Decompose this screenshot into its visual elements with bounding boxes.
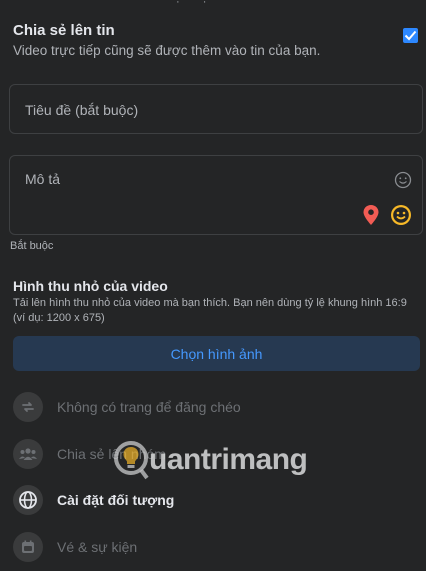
option-share-to-group-label: Chia sẻ lên nhóm [57,446,166,462]
choose-image-button[interactable]: Chọn hình ảnh [13,336,420,371]
dots-decoration: · · [176,0,217,8]
top-edge: · · [0,0,426,10]
thumbnail-description: Tải lên hình thu nhỏ của video mà bạn th… [13,297,407,324]
location-pin-icon[interactable] [362,204,380,226]
ticket-icon [13,532,43,562]
option-crosspost-label: Không có trang để đăng chéo [57,399,241,415]
crosspost-icon [13,392,43,422]
share-to-story-subtitle: Video trực tiếp cũng sẽ được thêm vào ti… [13,43,321,58]
option-crosspost[interactable]: Không có trang để đăng chéo [13,391,241,423]
group-icon [13,439,43,469]
option-share-to-group[interactable]: Chia sẻ lên nhóm [13,438,166,470]
option-audience-settings-label: Cài đặt đối tượng [57,492,175,508]
description-field[interactable]: Mô tả [9,155,423,235]
required-note: Bắt buộc [10,240,54,252]
option-tickets-events-label: Vé & sự kiện [57,539,138,555]
share-to-story-title: Chia sẻ lên tin [13,22,115,39]
title-field[interactable]: Tiêu đề (bắt buộc) [9,84,423,134]
share-to-story-checkbox[interactable] [403,28,418,43]
feeling-emoji-icon[interactable] [390,204,412,226]
watermark-text: uantrimang [149,443,308,476]
thumbnail-title: Hình thu nhỏ của video [13,278,168,294]
checkmark-icon [404,30,417,41]
description-placeholder: Mô tả [25,171,61,187]
option-audience-settings[interactable]: Cài đặt đối tượng [13,484,174,516]
share-to-story-row[interactable]: Chia sẻ lên tin Video trực tiếp cũng sẽ … [13,22,418,58]
globe-icon [13,485,43,515]
option-tickets-events[interactable]: Vé & sự kiện [13,531,137,563]
emoji-outline-icon[interactable] [394,171,412,189]
title-placeholder: Tiêu đề (bắt buộc) [25,102,139,118]
